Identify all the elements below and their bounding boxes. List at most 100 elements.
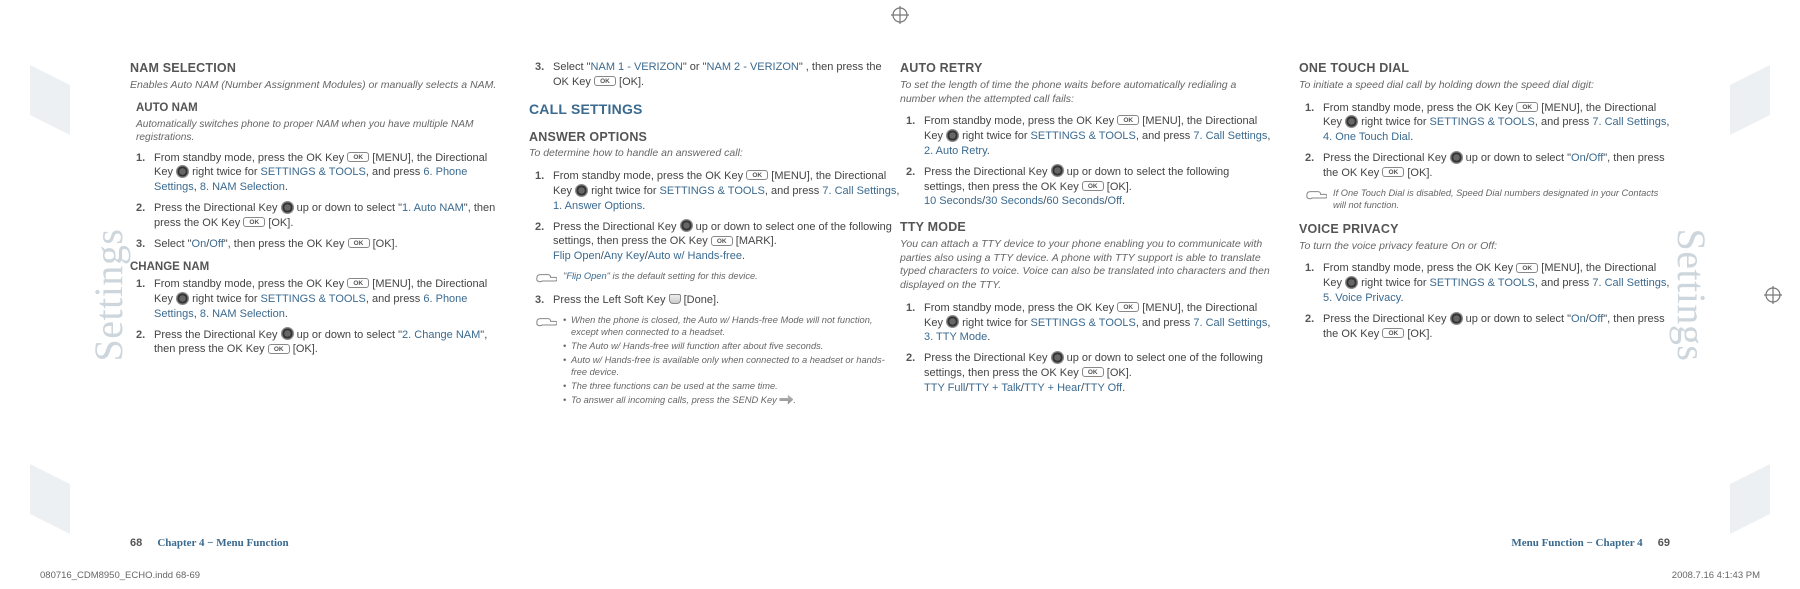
menu-link: 7. Call Settings: [1592, 116, 1666, 128]
step-text: From standby mode, press the OK Key: [924, 302, 1117, 314]
menu-link: SETTINGS & TOOLS: [1430, 116, 1535, 128]
step-text: .: [285, 181, 288, 193]
menu-link: On: [192, 238, 207, 250]
step-text: Press the Directional Key: [1323, 152, 1450, 164]
menu-link: 7. Call Settings: [1592, 277, 1666, 289]
subtext: To initiate a speed dial call by holding…: [1299, 79, 1670, 93]
menu-link: Off: [1108, 195, 1122, 207]
steps-change-nam: 1. From standby mode, press the OK Key O…: [136, 277, 501, 357]
note-body: If One Touch Dial is disabled, Speed Dia…: [1333, 187, 1670, 211]
menu-link: Any Key: [604, 250, 645, 262]
hand-point-icon: [535, 270, 557, 287]
right-col-1: AUTO RETRY To set the length of time the…: [900, 60, 1271, 519]
menu-link: On: [1571, 152, 1586, 164]
directional-key-icon: [281, 327, 294, 340]
page-left: NAM SELECTION Enables Auto NAM (Number A…: [130, 60, 900, 519]
step-text: , and press: [1136, 317, 1193, 329]
step-text: ,: [1267, 317, 1270, 329]
step-text: [OK].: [1404, 328, 1432, 340]
step-text: .: [987, 331, 990, 343]
side-label-left: Settings: [85, 228, 132, 361]
step: 2. Press the Directional Key up or down …: [136, 201, 501, 231]
step-text: .: [987, 145, 990, 157]
directional-key-icon: [1450, 312, 1463, 325]
ok-key-icon: OK: [243, 217, 265, 227]
menu-link: 7. Call Settings: [822, 185, 896, 197]
ok-key-icon: OK: [1117, 115, 1139, 125]
step-text: ", then press the OK Key: [224, 238, 348, 250]
step-text: , and press: [1535, 277, 1592, 289]
step-text: right twice for: [1358, 277, 1430, 289]
steps-answer-options: 1. From standby mode, press the OK Key O…: [535, 169, 900, 264]
send-key-icon: [779, 395, 793, 405]
step-text: ,: [1666, 116, 1669, 128]
steps-change-nam-cont: 3. Select "NAM 1 - VERIZON" or "NAM 2 - …: [535, 60, 900, 90]
heading-change-nam: CHANGE NAM: [130, 260, 501, 276]
heading-auto-retry: AUTO RETRY: [900, 60, 1271, 77]
ok-key-icon: OK: [1516, 263, 1538, 273]
subtext: To determine how to handle an answered c…: [529, 147, 900, 161]
step: 3. Select "On/Off", then press the OK Ke…: [136, 237, 501, 252]
step-text: From standby mode, press the OK Key: [924, 115, 1117, 127]
steps-tty-mode: 1. From standby mode, press the OK Key O…: [906, 301, 1271, 396]
step-text: ,: [1666, 277, 1669, 289]
step-text: up or down to select ": [294, 202, 402, 214]
note-text: " is the default setting for this device…: [607, 271, 758, 281]
chapter-label: Menu Function − Chapter 4: [1511, 537, 1642, 549]
directional-key-icon: [1345, 115, 1358, 128]
step-text: .: [1410, 131, 1413, 143]
step-text: [OK].: [616, 76, 644, 88]
step: 3. Select "NAM 1 - VERIZON" or "NAM 2 - …: [535, 60, 900, 90]
step-text: , and press: [765, 185, 822, 197]
ok-key-icon: OK: [746, 170, 768, 180]
directional-key-icon: [1345, 276, 1358, 289]
note-body: When the phone is closed, the Auto w/ Ha…: [563, 314, 900, 409]
note: "Flip Open" is the default setting for t…: [535, 270, 900, 287]
page-footer-left: 68 Chapter 4 − Menu Function: [130, 537, 289, 549]
step-text: right twice for: [588, 185, 660, 197]
menu-link: SETTINGS & TOOLS: [660, 185, 765, 197]
step-text: [MARK].: [733, 235, 777, 247]
step-text: .: [285, 308, 288, 320]
crop-mark-top: [891, 6, 909, 24]
left-col-1: NAM SELECTION Enables Auto NAM (Number A…: [130, 60, 501, 519]
menu-link: 3. TTY Mode: [924, 331, 987, 343]
heading-one-touch-dial: ONE TOUCH DIAL: [1299, 60, 1670, 77]
step-text: " or ": [683, 61, 707, 73]
step-text: right twice for: [959, 130, 1031, 142]
subtext: To turn the voice privacy feature On or …: [1299, 240, 1670, 254]
hand-point-icon: [535, 314, 557, 409]
menu-link: 10 Seconds: [924, 195, 982, 207]
step: 2. Press the Directional Key up or down …: [906, 165, 1271, 210]
step: 2. Press the Directional Key up or down …: [136, 328, 501, 358]
step: 2. Press the Directional Key up or down …: [1305, 312, 1670, 342]
menu-link: Flip Open: [566, 271, 606, 281]
step: 1. From standby mode, press the OK Key O…: [136, 277, 501, 322]
step-text: [OK].: [265, 217, 293, 229]
heading-nam-selection: NAM SELECTION: [130, 60, 501, 77]
slug-timestamp: 2008.7.16 4:1:43 PM: [1672, 570, 1760, 581]
directional-key-icon: [680, 219, 693, 232]
menu-link: SETTINGS & TOOLS: [1031, 317, 1136, 329]
page-fold-decoration: [1730, 65, 1770, 135]
step-text: Press the Directional Key: [924, 352, 1051, 364]
step-text: right twice for: [959, 317, 1031, 329]
step-text: , and press: [366, 293, 423, 305]
step: 1. From standby mode, press the OK Key O…: [906, 114, 1271, 159]
step: 1. From standby mode, press the OK Key O…: [1305, 101, 1670, 146]
subtext: Automatically switches phone to proper N…: [136, 118, 501, 145]
step-text: right twice for: [1358, 116, 1430, 128]
slug-filename: 080716_CDM8950_ECHO.indd 68-69: [40, 570, 200, 581]
note-text: To answer all incoming calls, press the …: [571, 395, 779, 405]
menu-link: 7. Call Settings: [1193, 130, 1267, 142]
menu-link: SETTINGS & TOOLS: [261, 166, 366, 178]
step: 2. Press the Directional Key up or down …: [906, 351, 1271, 396]
menu-link: 8. NAM Selection: [200, 181, 285, 193]
step: 1. From standby mode, press the OK Key O…: [136, 151, 501, 196]
step-text: From standby mode, press the OK Key: [154, 152, 347, 164]
menu-link: 30 Seconds: [985, 195, 1043, 207]
note: If One Touch Dial is disabled, Speed Dia…: [1305, 187, 1670, 211]
page-number: 69: [1658, 537, 1670, 549]
step: 2. Press the Directional Key up or down …: [1305, 151, 1670, 181]
page-footer-right: Menu Function − Chapter 4 69: [1511, 537, 1670, 549]
